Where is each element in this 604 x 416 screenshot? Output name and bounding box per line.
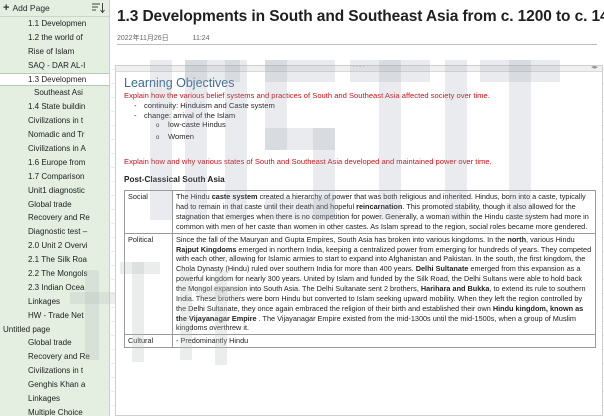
sidebar-page-selected[interactable]: 1.3 Developmen xyxy=(0,72,109,87)
sidebar-page-item[interactable]: Linkages xyxy=(0,392,109,406)
sidebar-header: + Add Page xyxy=(0,0,109,17)
subitem-1-text: low-caste Hindus xyxy=(168,120,226,130)
sidebar-page-item[interactable]: Civilizations in t xyxy=(0,114,109,128)
sidebar-page-item[interactable]: Nomadic and Tr xyxy=(0,128,109,142)
page-timestamp: 2022年11月26日 11:24 xyxy=(117,33,210,43)
sidebar-page-item[interactable]: Recovery and Re xyxy=(0,211,109,225)
outline-item-continuity: - continuity: Hinduism and Caste system xyxy=(134,101,275,110)
row-label-social: Social xyxy=(124,190,173,234)
topics-table: Social The Hindu caste system created a … xyxy=(124,190,596,349)
plus-icon: + xyxy=(3,1,10,14)
sidebar-page-item[interactable]: HW - Trade Net xyxy=(0,309,109,323)
row-label-political: Political xyxy=(124,232,173,336)
page-content: 1.3 Developments in South and Southeast … xyxy=(111,0,604,416)
sidebar-page-item[interactable]: Rise of Islam xyxy=(0,45,109,59)
sidebar-page-item[interactable]: Civilizations in A xyxy=(0,142,109,156)
table-row: Political Since the fall of the Mauryan … xyxy=(124,232,596,336)
cultural-cell[interactable]: - Predominantly Hindu xyxy=(172,334,596,349)
sidebar-page-item[interactable]: Global trade xyxy=(0,336,109,350)
sidebar-page-item[interactable]: 1.4 State buildin xyxy=(0,100,109,114)
sort-pages-icon[interactable] xyxy=(91,2,105,14)
table-row: Social The Hindu caste system created a … xyxy=(124,190,596,234)
title-divider xyxy=(117,44,597,45)
sidebar-page-item[interactable]: 1.6 Europe from xyxy=(0,156,109,170)
text-run-bold: reincarnation xyxy=(356,202,403,212)
sidebar-page-item[interactable]: Linkages xyxy=(0,295,109,309)
sidebar-page-item[interactable]: Global trade xyxy=(0,198,109,212)
sidebar-page-item[interactable]: Untitled page xyxy=(0,323,109,337)
sidebar-page-item[interactable]: Southeast Asi xyxy=(0,86,109,100)
text-run-bold: Delhi Sultanate xyxy=(415,264,469,274)
page-list-sidebar: + Add Page 1.1 Developmen 1.2 the world o… xyxy=(0,0,110,416)
add-page-button[interactable]: + Add Page xyxy=(3,1,50,14)
text-run: The Hindu xyxy=(176,192,212,202)
page-time: 11:24 xyxy=(192,35,210,42)
note-container[interactable]: •••• ◂▸ Learning Objectives Explain how … xyxy=(115,65,603,416)
page-date: 2022年11月26日 xyxy=(117,35,169,42)
learning-objectives-heading: Learning Objectives xyxy=(124,76,235,90)
continuity-text: continuity: Hinduism and Caste system xyxy=(144,101,275,110)
text-run: Since the fall of the Mauryan and Gupta … xyxy=(176,234,508,244)
sidebar-page-item[interactable]: 2.0 Unit 2 Overvi xyxy=(0,239,109,253)
objective-2: Explain how and why various states of So… xyxy=(124,157,492,167)
change-text: change: arrival of the Islam xyxy=(144,110,236,120)
sidebar-page-item[interactable]: 2.1 The Silk Roa xyxy=(0,253,109,267)
social-cell[interactable]: The Hindu caste system created a hierarc… xyxy=(172,190,596,234)
objective-1: Explain how the various belief systems a… xyxy=(124,91,490,100)
sidebar-page-item[interactable]: SAQ - DAR AL-I xyxy=(0,59,109,73)
sidebar-page-item[interactable]: 1.1 Developmen xyxy=(0,17,109,31)
page-list: 1.1 Developmen 1.2 the world of Rise of Is… xyxy=(0,17,109,416)
sidebar-page-item[interactable]: 1.2 the world of xyxy=(0,31,109,45)
drag-handle-icon[interactable]: •••• xyxy=(352,66,366,70)
outline-subitem-low-caste: o low-caste Hindus xyxy=(156,120,226,130)
text-run-bold: Harihara and Bukka xyxy=(420,283,490,293)
page-title[interactable]: 1.3 Developments in South and Southeast … xyxy=(117,8,604,26)
sidebar-page-item[interactable]: Genghis Khan a xyxy=(0,378,109,392)
sidebar-page-item[interactable]: 2.2 The Mongols xyxy=(0,267,109,281)
political-cell[interactable]: Since the fall of the Mauryan and Gupta … xyxy=(172,232,596,336)
subitem-2-text: Women xyxy=(168,131,195,141)
sidebar-page-item[interactable]: Civilizations in t xyxy=(0,364,109,378)
sidebar-page-item[interactable]: 1.7 Comparison xyxy=(0,170,109,184)
sidebar-page-item[interactable]: 2.3 Indian Ocea xyxy=(0,281,109,295)
text-run-bold: Rajput Kingdoms xyxy=(176,244,237,254)
text-run: , various Hindu xyxy=(526,234,575,244)
outline-item-change: - change: arrival of the Islam xyxy=(134,110,236,120)
text-run-bold: north xyxy=(507,234,527,244)
outline-list: - continuity: Hinduism and Caste system -… xyxy=(124,101,602,143)
note-body[interactable]: Learning Objectives Explain how the vari… xyxy=(116,72,602,349)
outline-subitem-women: o Women xyxy=(156,131,195,141)
text-run-bold: caste system xyxy=(211,192,258,202)
sidebar-page-item[interactable]: Diagnostic test – xyxy=(0,225,109,239)
sidebar-page-item[interactable]: Unit1 diagnostic xyxy=(0,184,109,198)
sidebar-page-item[interactable]: Multiple Choice xyxy=(0,406,109,416)
row-label-cultural: Cultural xyxy=(124,334,173,349)
section-heading: Post-Classical South Asia xyxy=(124,175,225,185)
sidebar-page-item[interactable]: Recovery and Re xyxy=(0,350,109,364)
add-page-label: Add Page xyxy=(12,3,50,13)
resize-arrows-icon[interactable]: ◂▸ xyxy=(591,66,598,71)
table-row: Cultural - Predominantly Hindu xyxy=(124,334,596,349)
